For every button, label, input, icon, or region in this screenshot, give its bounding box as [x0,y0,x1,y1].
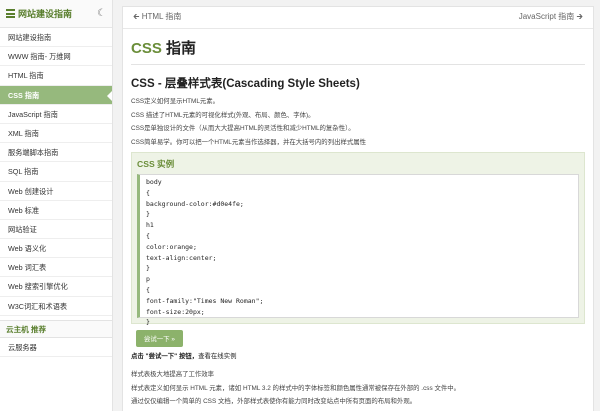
code-line: h1 [146,221,154,230]
sidebar-item[interactable]: XML 指南 [0,124,112,144]
code-line: color:orange; [146,242,197,251]
code-line: text-align:center; [146,253,217,262]
code-line: background-color:#d0e4fe; [146,199,244,208]
main-content: 🡰 HTML 指南 JavaScript 指南 🡲 CSS 指南 CSS - 层… [122,6,594,411]
code-line: body [146,178,162,186]
sidebar-item[interactable]: CSS 指南 [0,85,112,105]
try-it-button[interactable]: 尝试一下 » [136,330,183,347]
paragraph: CSS简单易学。你可以把一个HTML元素当作选择器，并在大括号内的列出样式属性 [131,138,367,146]
sidebar-item[interactable]: 服务端脚本指南 [0,143,112,163]
try-hint: 点击 "尝试一下" 按钮，查看在线实例 [131,351,585,360]
sidebar-title: 网站建设指南 [18,9,73,19]
sidebar-item[interactable]: W3C词汇和术语表 [0,297,112,316]
code-line: } [146,264,150,273]
sidebar-item[interactable]: WWW 指南- 万维网 [0,47,112,67]
sidebar-header: 网站建设指南 ☾ [0,0,112,28]
dark-mode-icon[interactable]: ☾ [97,8,106,19]
sidebar-item[interactable]: 网站建设指南 [0,28,112,48]
sidebar-menu: 网站建设指南 WWW 指南- 万维网 HTML 指南 CSS 指南 JavaScript… [0,28,112,316]
code-line: } [146,210,150,219]
paragraph: CSS是单独设计的文件（从而大大提高HTML的灵活性和减少HTML的复杂性）。 [131,125,355,132]
sidebar-item[interactable]: Web 搜索引擎优化 [0,277,112,297]
code-line: { [146,231,150,240]
try-hint-strong: 点击 "尝试一下" 按钮， [131,353,199,360]
next-link[interactable]: JavaScript 指南 🡲 [519,11,583,25]
example-box: CSS 实例 body { background-color:#d0e4fe;} h1… [131,152,585,326]
sidebar-item[interactable]: HTML 指南 [0,66,112,86]
body-paragraphs: 样式表极大地提高了工作效率样式表定义如何显示 HTML 元素，诸如 HTML 3… [131,370,585,411]
paragraph: CSS定义如何显示HTML元素。 [131,98,220,105]
page-title-rest: 指南 [161,40,197,57]
code-line: font-family:"Times New Roman"; [146,296,264,305]
page-title-highlight: CSS [131,40,162,57]
code-line: font-size:20px; [146,307,205,316]
code-line: p [146,275,150,284]
list-icon [6,9,15,18]
try-hint-rest: 查看在线实例 [198,353,237,360]
sidebar-item[interactable]: JavaScript 指南 [0,105,112,124]
prev-link-label[interactable]: HTML 指南 [142,12,182,21]
next-link-label[interactable]: JavaScript 指南 [519,12,575,21]
sidebar-item[interactable]: Web 词汇表 [0,258,112,278]
paragraph: 通过仅仅编辑一个简单的 CSS 文档，外部样式表使你有能力同时改变站点中所有页面… [131,398,417,405]
sidebar-item[interactable]: SQL 指南 [0,162,112,182]
sidebar-section-title: 云主机 推荐 [0,319,112,338]
prev-link[interactable]: 🡰 HTML 指南 [133,11,181,25]
code-line: { [146,188,150,197]
sidebar-item[interactable]: 网站验证 [0,220,112,240]
page-title: CSS 指南 [131,37,585,64]
example-title: CSS 实例 [137,159,175,169]
code-line: { [146,285,150,294]
paragraph: 样式表极大地提高了工作效率 [131,371,215,378]
sidebar-section-item[interactable]: 云服务器 [0,338,112,357]
top-nav: 🡰 HTML 指南 JavaScript 指南 🡲 [123,7,593,29]
sidebar-item[interactable]: Web 语义化 [0,239,112,259]
sidebar-item[interactable]: Web 标准 [0,201,112,220]
divider [131,64,585,65]
sidebar: 网站建设指南 ☾ 网站建设指南 WWW 指南- 万维网 HTML 指南 CSS 指南 J… [0,0,113,411]
sidebar-item[interactable]: Web 创建设计 [0,182,112,201]
code-block: body{background-color:#d0e4fe;} h1{color:… [137,174,579,326]
sidebar-section-menu: 云服务器 [0,338,112,357]
section-heading: CSS - 层叠样式表(Cascading Style Sheets) [131,78,360,90]
paragraph: CSS 描述了HTML元素的可视化样式(外观、布局、颜色、字体)。 [131,111,315,119]
paragraph: 样式表定义如何显示 HTML 元素，诸如 HTML 3.2 的样式中的字体标签和… [131,384,461,392]
intro-paragraphs: CSS定义如何显示HTML元素。 CSS 描述了HTML元素的可视化样式(外观、布… [131,97,585,148]
